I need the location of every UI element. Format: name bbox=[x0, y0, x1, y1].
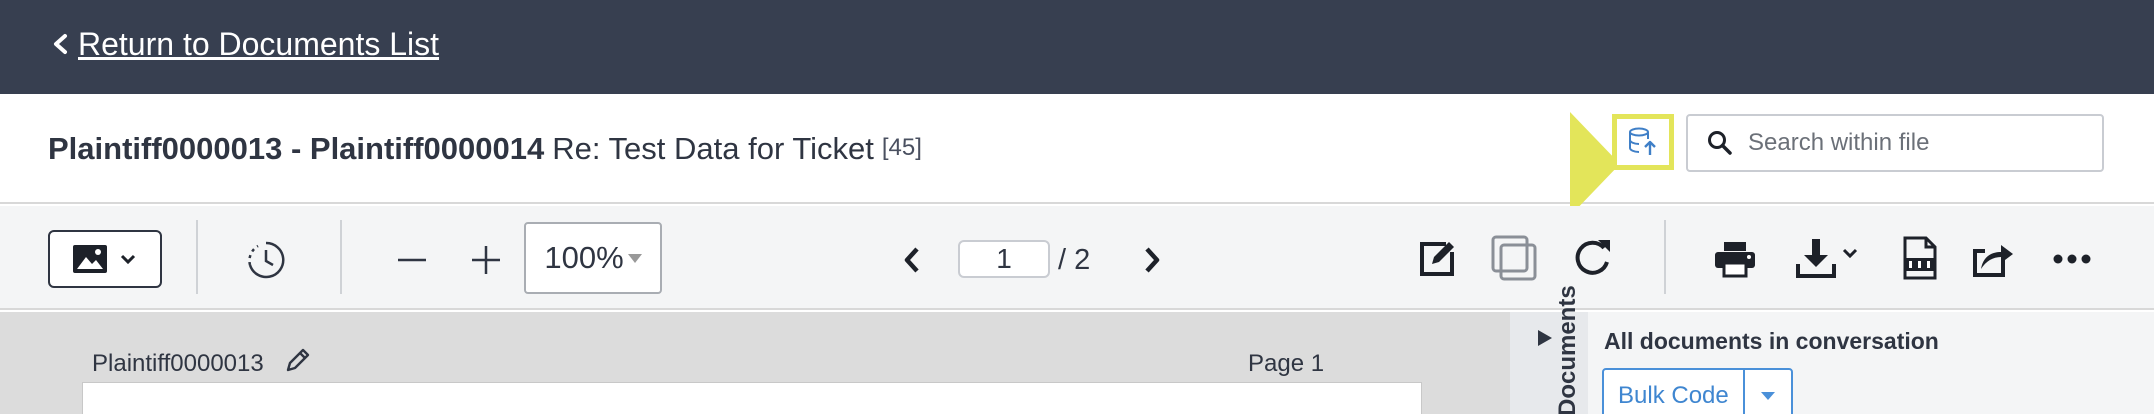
search-within-file-input[interactable] bbox=[1748, 129, 2088, 157]
chevron-left-icon bbox=[54, 34, 67, 54]
chevron-right-icon bbox=[1145, 247, 1160, 273]
page-number-label: Page 1 bbox=[1248, 350, 1325, 377]
printer-icon bbox=[1715, 242, 1755, 278]
document-viewer: Plaintiff0000013 Page 1 bbox=[0, 312, 1510, 414]
toolbar-divider bbox=[196, 220, 198, 294]
overlay-button[interactable] bbox=[1488, 232, 1540, 284]
share-icon bbox=[1973, 245, 2013, 277]
layers-icon bbox=[1491, 235, 1537, 281]
page-bates-label: Plaintiff0000013 bbox=[92, 350, 264, 377]
panel-title: All documents in conversation bbox=[1604, 328, 1939, 354]
bulk-code-button[interactable]: Bulk Code bbox=[1602, 368, 1793, 414]
caret-down-icon bbox=[1760, 392, 1775, 400]
top-navigation-bar: Return to Documents List bbox=[0, 0, 2154, 94]
zoom-level-value: 100% bbox=[544, 240, 624, 275]
history-icon bbox=[248, 241, 285, 279]
conversation-panel: All documents in conversation Bulk Code bbox=[1588, 312, 2154, 414]
print-button[interactable] bbox=[1712, 236, 1758, 282]
zoom-level-select[interactable]: 100% bbox=[524, 222, 662, 294]
annotate-button[interactable] bbox=[1414, 236, 1460, 282]
chevron-left-icon bbox=[904, 247, 919, 273]
edit-icon bbox=[1420, 242, 1454, 276]
download-dropdown[interactable] bbox=[1792, 234, 1862, 282]
search-icon bbox=[1708, 131, 1732, 155]
return-to-documents-label: Return to Documents List bbox=[78, 26, 440, 62]
zoom-out-button[interactable] bbox=[392, 240, 432, 280]
chevron-down-icon bbox=[120, 254, 136, 265]
plus-icon bbox=[472, 246, 500, 274]
bulk-code-label: Bulk Code bbox=[1618, 382, 1729, 409]
caret-down-icon bbox=[627, 253, 642, 263]
pencil-icon[interactable] bbox=[284, 346, 312, 374]
document-header: Plaintiff0000013 - Plaintiff0000014 Re: T… bbox=[0, 94, 2154, 216]
database-upload-icon bbox=[1629, 127, 1656, 155]
return-to-documents-link[interactable]: Return to Documents List bbox=[50, 24, 439, 64]
zoom-in-button[interactable] bbox=[466, 240, 506, 280]
current-page-input[interactable] bbox=[958, 240, 1050, 278]
pdf-button[interactable] bbox=[1898, 234, 1942, 282]
triangle-right-icon bbox=[1538, 330, 1552, 346]
share-button[interactable] bbox=[1970, 236, 2016, 282]
previous-page-button[interactable] bbox=[894, 240, 930, 280]
bates-range: Plaintiff0000013 - Plaintiff0000014 bbox=[48, 131, 545, 166]
chevron-down-icon bbox=[1842, 248, 1858, 259]
image-view-dropdown[interactable] bbox=[48, 230, 162, 288]
document-page bbox=[82, 382, 1422, 414]
search-within-file-box bbox=[1686, 114, 2104, 172]
documents-tab-label: Documents bbox=[1554, 285, 1581, 414]
rotate-icon bbox=[1575, 240, 1610, 275]
more-icon bbox=[2053, 254, 2091, 264]
image-icon bbox=[73, 245, 107, 273]
rotate-button[interactable] bbox=[1568, 234, 1616, 282]
document-count: [45] bbox=[881, 134, 922, 161]
download-icon bbox=[1796, 239, 1836, 278]
next-page-button[interactable] bbox=[1134, 240, 1170, 280]
page-total: / 2 bbox=[1058, 244, 1091, 276]
toolbar-divider bbox=[340, 220, 342, 294]
pdf-icon bbox=[1903, 236, 1937, 280]
database-upload-button[interactable] bbox=[1612, 114, 1674, 170]
bulk-code-dropdown[interactable] bbox=[1742, 370, 1791, 414]
history-button[interactable] bbox=[242, 236, 290, 284]
more-options-button[interactable] bbox=[2050, 242, 2094, 276]
viewer-toolbar: 100% / 2 bbox=[0, 206, 2154, 310]
document-subject: Re: Test Data for Ticket bbox=[552, 131, 874, 166]
toolbar-divider bbox=[1664, 220, 1666, 294]
minus-icon bbox=[398, 258, 426, 262]
document-title: Plaintiff0000013 - Plaintiff0000014 Re: T… bbox=[48, 124, 922, 173]
documents-panel-toggle[interactable]: Documents bbox=[1510, 285, 1588, 414]
